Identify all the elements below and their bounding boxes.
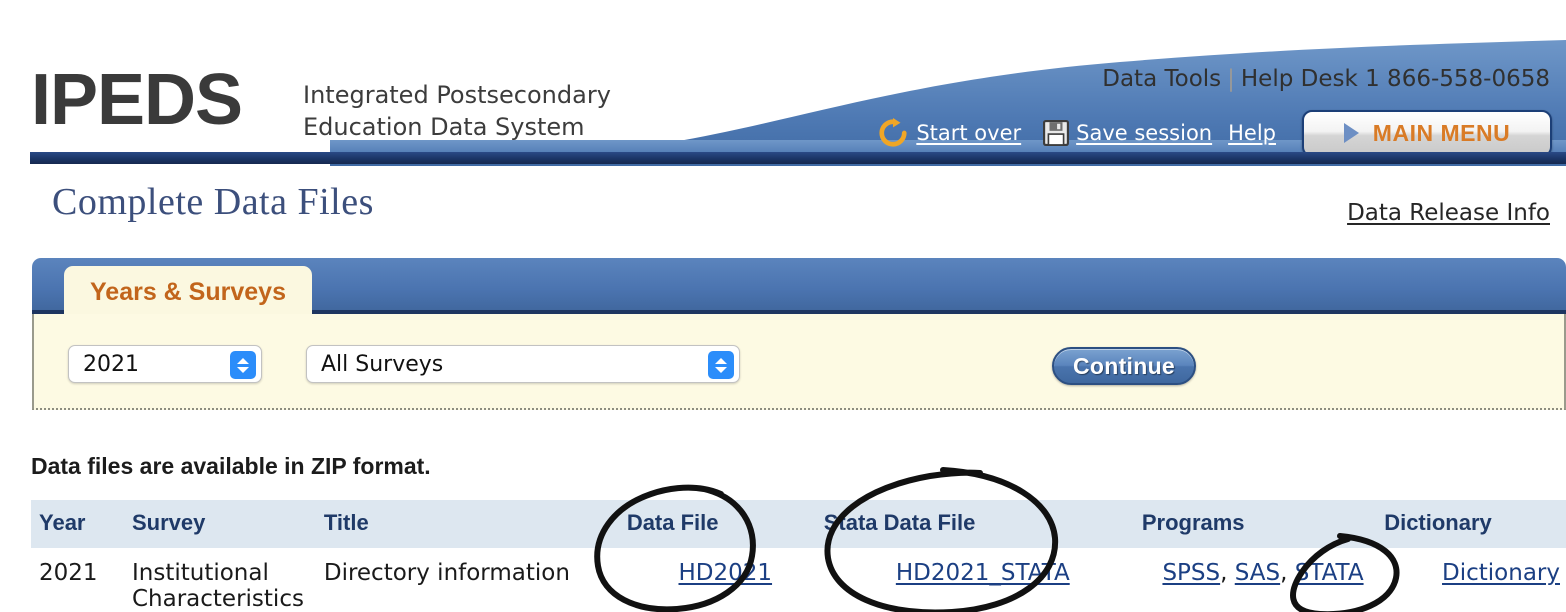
play-triangle-icon (1343, 123, 1359, 143)
column-header-programs: Programs (1141, 510, 1245, 535)
survey-select[interactable]: All Surveys (306, 345, 740, 383)
tab-years-surveys[interactable]: Years & Surveys (64, 266, 312, 318)
floppy-disk-icon (1043, 120, 1070, 146)
year-select-value: 2021 (83, 351, 139, 377)
start-over-item[interactable]: Start over (878, 113, 1021, 153)
help-item[interactable]: Help (1228, 113, 1276, 153)
column-header-dictionary: Dictionary (1384, 510, 1492, 535)
data-tools-link[interactable]: Data Tools (1102, 66, 1221, 92)
help-desk-text: Help Desk 1 866-558-0658 (1240, 66, 1550, 92)
table-head: Year Survey Title Data File Stata Data F… (31, 500, 1566, 548)
cell-stata-data-file: HD2021_STATA (824, 548, 1142, 612)
year-select-stepper-icon[interactable] (230, 351, 256, 379)
year-select[interactable]: 2021 (68, 345, 262, 383)
continue-button-label: Continue (1072, 352, 1176, 379)
site-header: IPEDS Integrated Postsecondary Education… (0, 0, 1566, 166)
program-link-sas[interactable]: SAS (1235, 560, 1280, 586)
column-header-stata-data-file: Stata Data File (823, 510, 976, 535)
panel-header-bar: Years & Surveys (32, 258, 1566, 318)
reload-icon (879, 118, 907, 147)
main-menu-label: MAIN MENU (1372, 119, 1511, 146)
cell-title: Directory information (323, 560, 570, 586)
ipeds-complete-data-files-page: IPEDS Integrated Postsecondary Education… (0, 0, 1566, 612)
programs-separator-2: , (1280, 560, 1295, 586)
start-over-label[interactable]: Start over (916, 121, 1021, 145)
column-header-survey: Survey (131, 510, 206, 535)
cell-survey-line2: Characteristics (131, 586, 304, 612)
column-header-title: Title (323, 510, 369, 535)
table-header-row: Year Survey Title Data File Stata Data F… (31, 500, 1566, 548)
main-menu-button[interactable]: MAIN MENU (1302, 109, 1552, 157)
table-body: 2021 Institutional Characteristics Direc… (31, 548, 1566, 612)
cell-programs: SPSS, SAS, STATA (1142, 548, 1384, 612)
survey-select-stepper-icon[interactable] (708, 351, 734, 379)
header-top-links: Data Tools | Help Desk 1 866-558-0658 (1102, 66, 1550, 92)
column-header-year: Year (39, 510, 86, 535)
cell-survey-line1: Institutional (131, 560, 269, 586)
page-title: Complete Data Files (52, 181, 374, 223)
header-navy-bar (30, 152, 1566, 164)
cell-year: 2021 (39, 560, 98, 586)
data-file-link[interactable]: HD2021 (679, 560, 773, 586)
save-session-label[interactable]: Save session (1076, 121, 1212, 145)
save-session-item[interactable]: Save session (1021, 113, 1212, 153)
data-release-info-link[interactable]: Data Release Info (1347, 200, 1550, 226)
zip-format-note: Data files are available in ZIP format. (31, 453, 431, 479)
header-navbar: Start over Save session Help MAIN MENU (0, 108, 1566, 158)
cell-dictionary: Dictionary (1384, 548, 1566, 612)
tab-years-surveys-label: Years & Surveys (90, 277, 286, 306)
dictionary-link[interactable]: Dictionary (1442, 560, 1560, 586)
survey-select-value: All Surveys (321, 351, 444, 377)
top-links-separator: | (1227, 66, 1235, 92)
help-label[interactable]: Help (1228, 121, 1276, 145)
stata-data-file-link[interactable]: HD2021_STATA (896, 560, 1070, 586)
cell-survey: Institutional Characteristics (132, 548, 324, 612)
table-row: 2021 Institutional Characteristics Direc… (31, 548, 1566, 612)
years-surveys-panel: Years & Surveys (32, 258, 1566, 410)
cell-data-file: HD2021 (627, 548, 824, 612)
program-link-stata[interactable]: STATA (1295, 560, 1364, 586)
program-link-spss[interactable]: SPSS (1162, 560, 1220, 586)
data-files-table: Year Survey Title Data File Stata Data F… (31, 500, 1566, 612)
continue-button[interactable]: Continue (1052, 347, 1196, 385)
column-header-data-file: Data File (626, 510, 719, 535)
panel-body (32, 314, 1566, 410)
programs-separator-1: , (1220, 560, 1235, 586)
